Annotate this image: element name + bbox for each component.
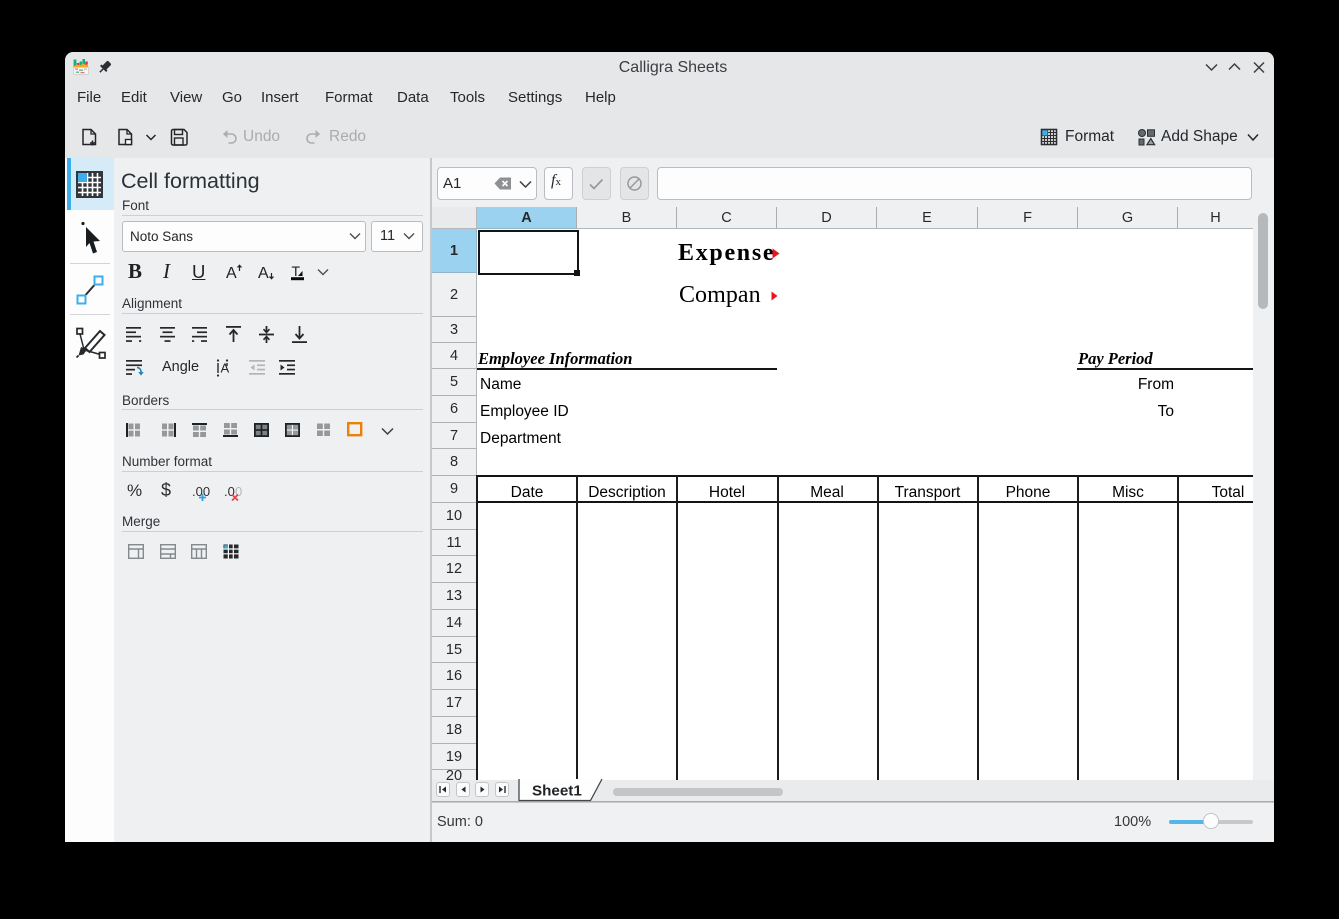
svg-text:A: A — [221, 361, 230, 376]
svg-text:Sheet1: Sheet1 — [532, 783, 582, 800]
svg-text:A: A — [258, 265, 269, 282]
svg-text:A: A — [226, 265, 237, 282]
svg-text:T: T — [292, 263, 301, 279]
